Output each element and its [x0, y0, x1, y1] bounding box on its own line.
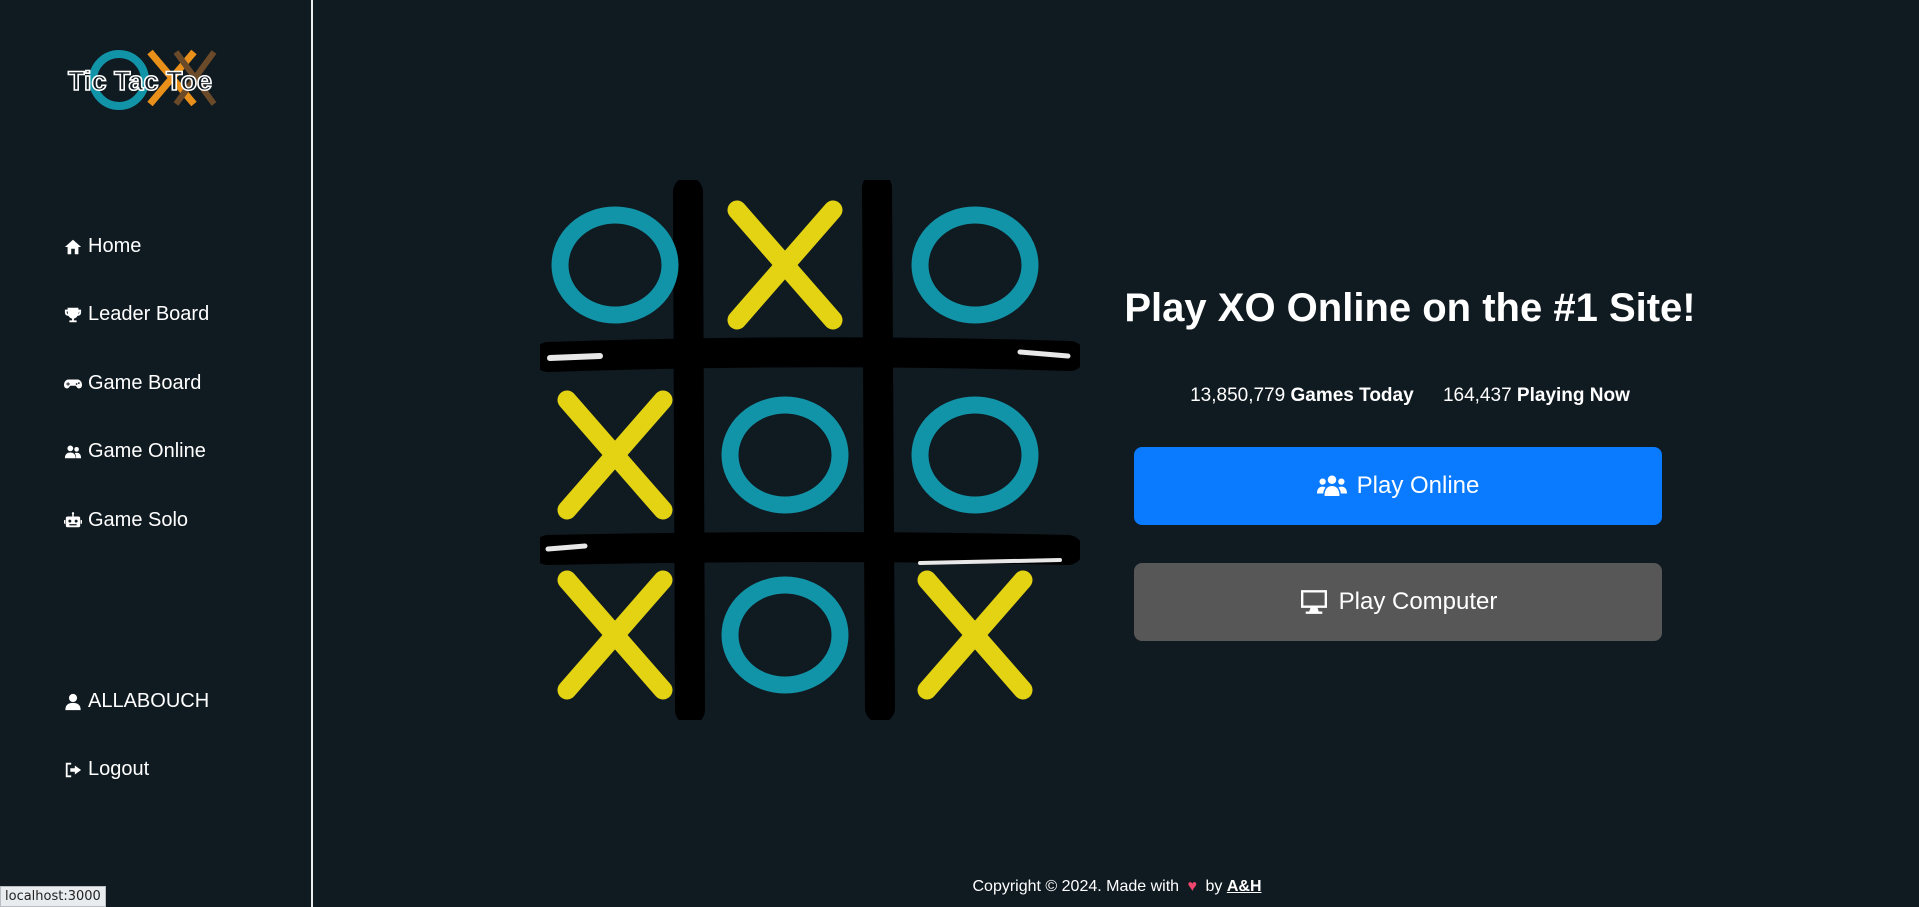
app-logo[interactable]: Tic Tac Toe [64, 44, 244, 114]
home-icon [64, 239, 82, 254]
logout-icon [65, 762, 82, 777]
footer-by: by [1205, 878, 1223, 895]
sidebar-item-game-online[interactable]: Game Online [64, 440, 206, 463]
footer: Copyright © 2024. Made with ♥ by A&H [315, 878, 1919, 896]
play-computer-label: Play Computer [1338, 588, 1498, 615]
sidebar-item-label: Home [88, 235, 142, 257]
users-icon [64, 445, 82, 458]
board-mark-x [557, 390, 673, 520]
sidebar-item-label: Leader Board [88, 303, 210, 325]
sidebar-item-logout[interactable]: Logout [64, 758, 149, 781]
sidebar-item-leader-board[interactable]: Leader Board [64, 303, 209, 326]
page-headline: Play XO Online on the #1 Site! [1124, 286, 1696, 330]
sidebar-item-label: Game Solo [88, 509, 189, 531]
users-icon [1316, 475, 1347, 496]
sidebar-item-game-solo[interactable]: Game Solo [64, 509, 188, 532]
board-mark-o [721, 396, 849, 514]
games-today-value: 13,850,779 [1190, 385, 1286, 406]
sidebar-item-home[interactable]: Home [64, 235, 141, 258]
board-mark-x [557, 570, 673, 700]
svg-text:Tic Tac Toe: Tic Tac Toe [68, 66, 212, 96]
desktop-icon [1300, 590, 1327, 614]
board-marks [551, 200, 1039, 700]
heart-icon: ♥ [1187, 878, 1198, 895]
board-mark-o [911, 396, 1039, 514]
sidebar-item-user-profile[interactable]: ALLABOUCH [64, 690, 209, 713]
hero-board-illustration [533, 173, 1085, 725]
playing-now-value: 164,437 [1442, 385, 1512, 406]
footer-copyright: Copyright © 2024. Made with [972, 878, 1180, 895]
sidebar-item-label: Game Online [88, 440, 206, 462]
board-mark-o [721, 576, 849, 694]
sidebar-item-game-board[interactable]: Game Board [64, 372, 201, 395]
play-online-label: Play Online [1356, 472, 1480, 499]
user-icon [65, 693, 81, 710]
games-today-label: Games Today [1290, 385, 1414, 406]
browser-status-url: localhost:3000 [0, 886, 106, 907]
board-mark-x [917, 570, 1033, 700]
sidebar-item-label: Game Board [88, 372, 202, 394]
tic-tac-toe-logo-icon: Tic Tac Toe [67, 49, 217, 110]
tic-tac-toe-board-image [533, 173, 1085, 725]
sidebar: Tic Tac Toe Home Leader Board Game Board… [0, 0, 313, 907]
playing-now-stat: 164,437 Playing Now [1443, 385, 1630, 407]
board-mark-o [911, 206, 1039, 324]
sidebar-item-label: ALLABOUCH [88, 690, 210, 712]
sidebar-item-label: Logout [88, 758, 150, 780]
board-mark-x [727, 200, 843, 330]
games-today-stat: 13,850,779 Games Today [1190, 385, 1414, 407]
robot-icon [64, 511, 82, 527]
play-computer-button[interactable]: Play Computer [1134, 563, 1662, 641]
footer-author-link[interactable]: A&H [1227, 878, 1262, 895]
board-mark-o [551, 206, 679, 324]
gamepad-icon [64, 379, 82, 388]
trophy-icon [64, 307, 82, 322]
site-stats: 13,850,779 Games Today 164,437 Playing N… [1115, 385, 1705, 407]
play-online-button[interactable]: Play Online [1134, 447, 1662, 525]
main-content: Play XO Online on the #1 Site! 13,850,77… [315, 0, 1919, 907]
playing-now-label: Playing Now [1516, 385, 1630, 406]
